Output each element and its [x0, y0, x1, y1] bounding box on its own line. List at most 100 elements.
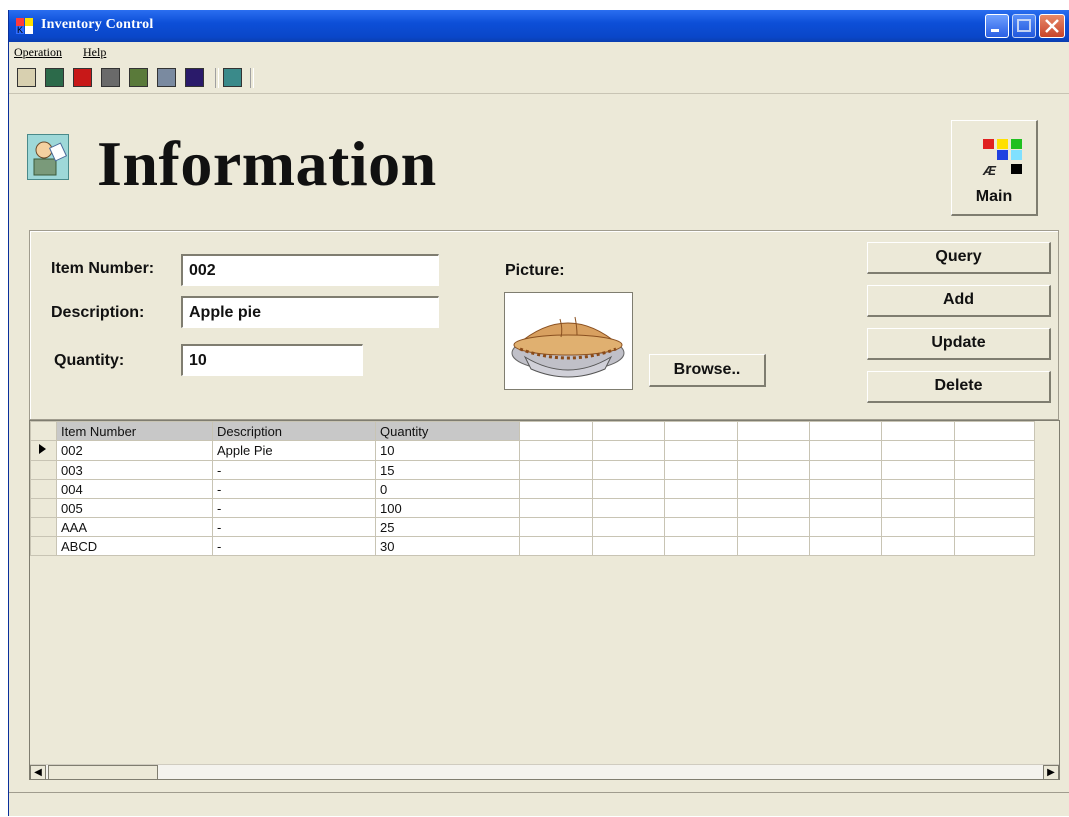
- empty-cell: [519, 440, 593, 461]
- maximize-button[interactable]: [1012, 14, 1036, 38]
- cell-description[interactable]: -: [212, 498, 376, 518]
- cell-quantity[interactable]: 10: [375, 440, 520, 461]
- empty-cell: [809, 536, 882, 556]
- table-row[interactable]: 005 - 100: [30, 498, 1035, 518]
- cell-quantity[interactable]: 100: [375, 498, 520, 518]
- delete-button[interactable]: Delete: [867, 371, 1051, 403]
- empty-column: [737, 421, 810, 441]
- title-bar[interactable]: K Inventory Control: [9, 10, 1069, 42]
- empty-cell: [954, 479, 1035, 499]
- row-selector[interactable]: [30, 460, 57, 480]
- empty-cell: [881, 440, 955, 461]
- inventory-table: Item Number Description Quantity 002 App: [30, 421, 1035, 556]
- empty-cell: [954, 517, 1035, 537]
- cell-description[interactable]: -: [212, 479, 376, 499]
- empty-cell: [737, 479, 810, 499]
- column-header-item-number[interactable]: Item Number: [56, 421, 213, 441]
- cell-quantity[interactable]: 0: [375, 479, 520, 499]
- row-selector[interactable]: [30, 536, 57, 556]
- empty-cell: [664, 536, 738, 556]
- empty-column: [809, 421, 882, 441]
- quantity-field[interactable]: 10: [181, 344, 363, 376]
- inventory-grid[interactable]: Item Number Description Quantity 002 App: [29, 420, 1060, 780]
- exit-icon[interactable]: [223, 68, 242, 87]
- corner-cell: [30, 421, 57, 441]
- cell-quantity[interactable]: 25: [375, 517, 520, 537]
- close-icon: [1045, 19, 1059, 33]
- row-selector[interactable]: [30, 517, 57, 537]
- row-selector[interactable]: [30, 479, 57, 499]
- row-selector[interactable]: [30, 440, 57, 461]
- table-row[interactable]: AAA - 25: [30, 517, 1035, 537]
- browse-button[interactable]: Browse..: [649, 354, 766, 387]
- cell-item-number[interactable]: 004: [56, 479, 213, 499]
- menu-operation[interactable]: Operation: [14, 45, 62, 60]
- empty-cell: [519, 536, 593, 556]
- empty-cell: [592, 479, 665, 499]
- row-selector[interactable]: [30, 498, 57, 518]
- column-header-quantity[interactable]: Quantity: [375, 421, 520, 441]
- item-number-label: Item Number:: [51, 260, 155, 277]
- table-row[interactable]: 002 Apple Pie 10: [30, 440, 1035, 461]
- cell-item-number[interactable]: ABCD: [56, 536, 213, 556]
- cell-item-number[interactable]: AAA: [56, 517, 213, 537]
- minimize-button[interactable]: [985, 14, 1009, 38]
- cell-quantity[interactable]: 30: [375, 536, 520, 556]
- empty-cell: [954, 498, 1035, 518]
- empty-cell: [809, 479, 882, 499]
- empty-cell: [954, 440, 1035, 461]
- cell-description[interactable]: -: [212, 460, 376, 480]
- update-button[interactable]: Update: [867, 328, 1051, 360]
- svg-text:Æ: Æ: [982, 163, 997, 178]
- table-row[interactable]: 003 - 15: [30, 460, 1035, 480]
- photo-icon[interactable]: [157, 68, 176, 87]
- cell-item-number[interactable]: 005: [56, 498, 213, 518]
- maximize-icon: [1017, 19, 1031, 32]
- minimize-icon: [991, 29, 999, 32]
- column-header-description[interactable]: Description: [212, 421, 376, 441]
- empty-column: [519, 421, 593, 441]
- menu-help[interactable]: Help: [83, 45, 106, 60]
- app-window: K Inventory Control Operation Help Infor…: [8, 10, 1069, 816]
- cell-item-number[interactable]: 002: [56, 440, 213, 461]
- horizontal-scrollbar[interactable]: ◀ ▶: [30, 764, 1059, 779]
- record-icon[interactable]: [73, 68, 92, 87]
- empty-cell: [954, 460, 1035, 480]
- add-button[interactable]: Add: [867, 285, 1051, 317]
- form-icon[interactable]: [45, 68, 64, 87]
- item-number-field[interactable]: 002: [181, 254, 439, 286]
- table-row[interactable]: 004 - 0: [30, 479, 1035, 499]
- empty-cell: [737, 460, 810, 480]
- chart-icon[interactable]: [129, 68, 148, 87]
- cell-description[interactable]: -: [212, 536, 376, 556]
- picture-label: Picture:: [505, 262, 565, 279]
- cell-quantity[interactable]: 15: [375, 460, 520, 480]
- empty-cell: [664, 498, 738, 518]
- cell-description[interactable]: -: [212, 517, 376, 537]
- main-button[interactable]: Æ Main: [951, 120, 1038, 216]
- cell-description[interactable]: Apple Pie: [212, 440, 376, 461]
- empty-cell: [664, 440, 738, 461]
- scroll-left-button[interactable]: ◀: [30, 765, 46, 779]
- main-icon: Æ: [982, 139, 1022, 178]
- scroll-thumb[interactable]: [48, 765, 158, 779]
- empty-column: [592, 421, 665, 441]
- empty-cell: [664, 479, 738, 499]
- book-icon[interactable]: [185, 68, 204, 87]
- empty-cell: [881, 536, 955, 556]
- printer-icon[interactable]: [17, 68, 36, 87]
- table-row[interactable]: ABCD - 30: [30, 536, 1035, 556]
- empty-cell: [592, 536, 665, 556]
- empty-cell: [664, 517, 738, 537]
- empty-column: [664, 421, 738, 441]
- scroll-right-button[interactable]: ▶: [1043, 765, 1059, 779]
- cell-item-number[interactable]: 003: [56, 460, 213, 480]
- current-row-arrow-icon: [39, 444, 46, 454]
- close-button[interactable]: [1039, 14, 1065, 38]
- disk-icon[interactable]: [101, 68, 120, 87]
- query-button[interactable]: Query: [867, 242, 1051, 274]
- empty-cell: [737, 498, 810, 518]
- description-field[interactable]: Apple pie: [181, 296, 439, 328]
- empty-cell: [809, 460, 882, 480]
- toolbar: [9, 65, 1069, 94]
